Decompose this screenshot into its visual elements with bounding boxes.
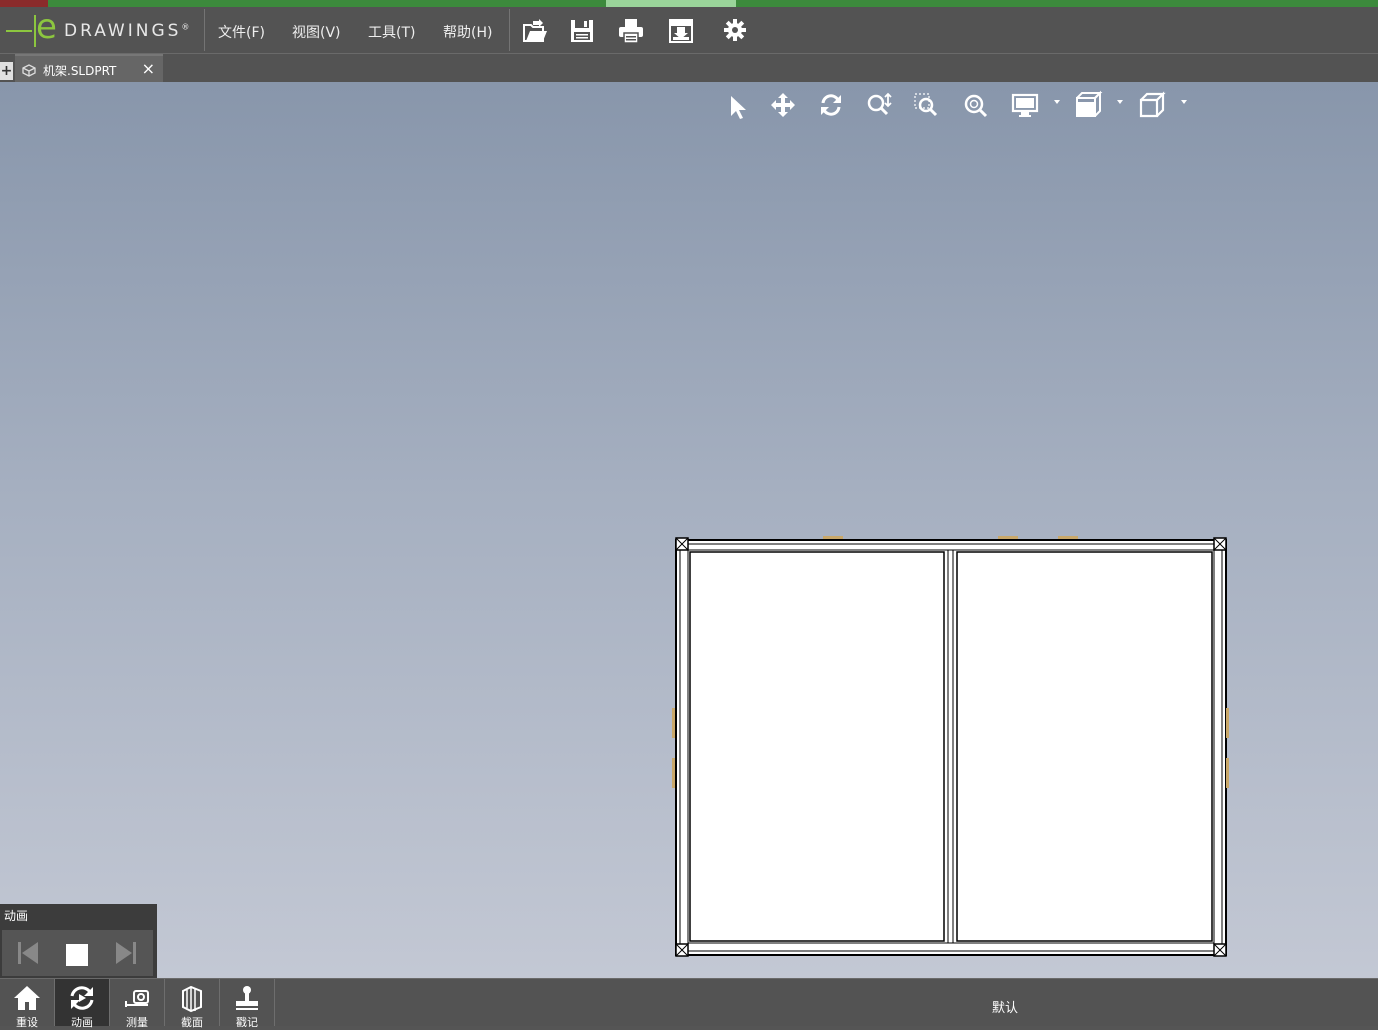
measure-button[interactable]: 测量	[110, 979, 165, 1029]
menu-tools[interactable]: 工具(T)	[368, 22, 415, 42]
standard-views-icon[interactable]	[1137, 90, 1167, 120]
print-icon[interactable]	[617, 17, 645, 45]
view-settings-icon[interactable]	[1073, 90, 1103, 120]
window-top-strip	[0, 0, 1378, 7]
stop-icon[interactable]	[66, 944, 88, 970]
save-icon[interactable]	[568, 17, 596, 45]
configuration-status: 默认	[992, 1001, 1019, 1016]
stamp-label: 戳记	[236, 1016, 258, 1029]
open-icon[interactable]	[521, 17, 549, 45]
rotate-icon[interactable]	[817, 90, 845, 120]
previous-icon[interactable]	[16, 940, 40, 970]
reset-button[interactable]: 重设	[0, 979, 55, 1029]
logo-e: e	[36, 7, 57, 47]
next-icon[interactable]	[114, 940, 138, 970]
edrawings-logo: e DRAWINGS®	[4, 7, 200, 47]
menu-bar: e DRAWINGS® 文件(F) 视图(V) 工具(T) 帮助(H)	[0, 7, 1378, 54]
animate-icon	[70, 986, 94, 1010]
section-icon	[182, 985, 202, 1013]
settings-icon[interactable]	[722, 17, 750, 45]
tab-label: 机架.SLDPRT	[43, 64, 117, 78]
stamp-icon	[236, 986, 258, 1010]
home-icon	[14, 986, 40, 1010]
logo-text: DRAWINGS®	[64, 21, 193, 41]
view-settings-dropdown-icon[interactable]	[1117, 100, 1123, 104]
measure-label: 测量	[126, 1016, 148, 1029]
stamp-button[interactable]: 戳记	[220, 979, 275, 1029]
zoom-to-area-icon[interactable]	[913, 90, 941, 120]
animation-panel-title: 动画	[4, 909, 29, 923]
zoom-icon[interactable]	[865, 90, 893, 120]
menu-help[interactable]: 帮助(H)	[443, 22, 492, 42]
animate-button[interactable]: 动画	[55, 979, 110, 1029]
standard-views-dropdown-icon[interactable]	[1181, 100, 1187, 104]
3d-viewport[interactable]	[0, 82, 1378, 978]
reset-label: 重设	[16, 1016, 38, 1029]
bottom-toolbar: 重设 动画 测量 截面 戳记 默认	[0, 978, 1378, 1029]
menu-file[interactable]: 文件(F)	[218, 22, 265, 42]
animate-label: 动画	[71, 1016, 93, 1029]
select-icon[interactable]	[726, 90, 748, 120]
zoom-to-fit-icon[interactable]	[962, 90, 990, 120]
document-tab[interactable]: 机架.SLDPRT ×	[15, 54, 163, 84]
section-label: 截面	[181, 1016, 203, 1029]
animation-panel: 动画	[0, 904, 157, 978]
measure-icon	[125, 990, 149, 1007]
new-tab-button[interactable]: +	[0, 62, 13, 80]
pan-icon[interactable]	[769, 90, 797, 120]
animation-controls	[2, 930, 153, 976]
part-file-icon	[21, 62, 37, 82]
display-style-dropdown-icon[interactable]	[1054, 100, 1060, 104]
publish-icon[interactable]	[667, 17, 695, 45]
display-style-icon[interactable]	[1010, 90, 1040, 120]
menu-view[interactable]: 视图(V)	[292, 22, 341, 42]
tab-close-button[interactable]: ×	[142, 59, 155, 78]
document-tab-bar: + 机架.SLDPRT ×	[0, 54, 1378, 84]
section-button[interactable]: 截面	[165, 979, 220, 1029]
model-frame-drawing[interactable]	[668, 528, 1236, 964]
